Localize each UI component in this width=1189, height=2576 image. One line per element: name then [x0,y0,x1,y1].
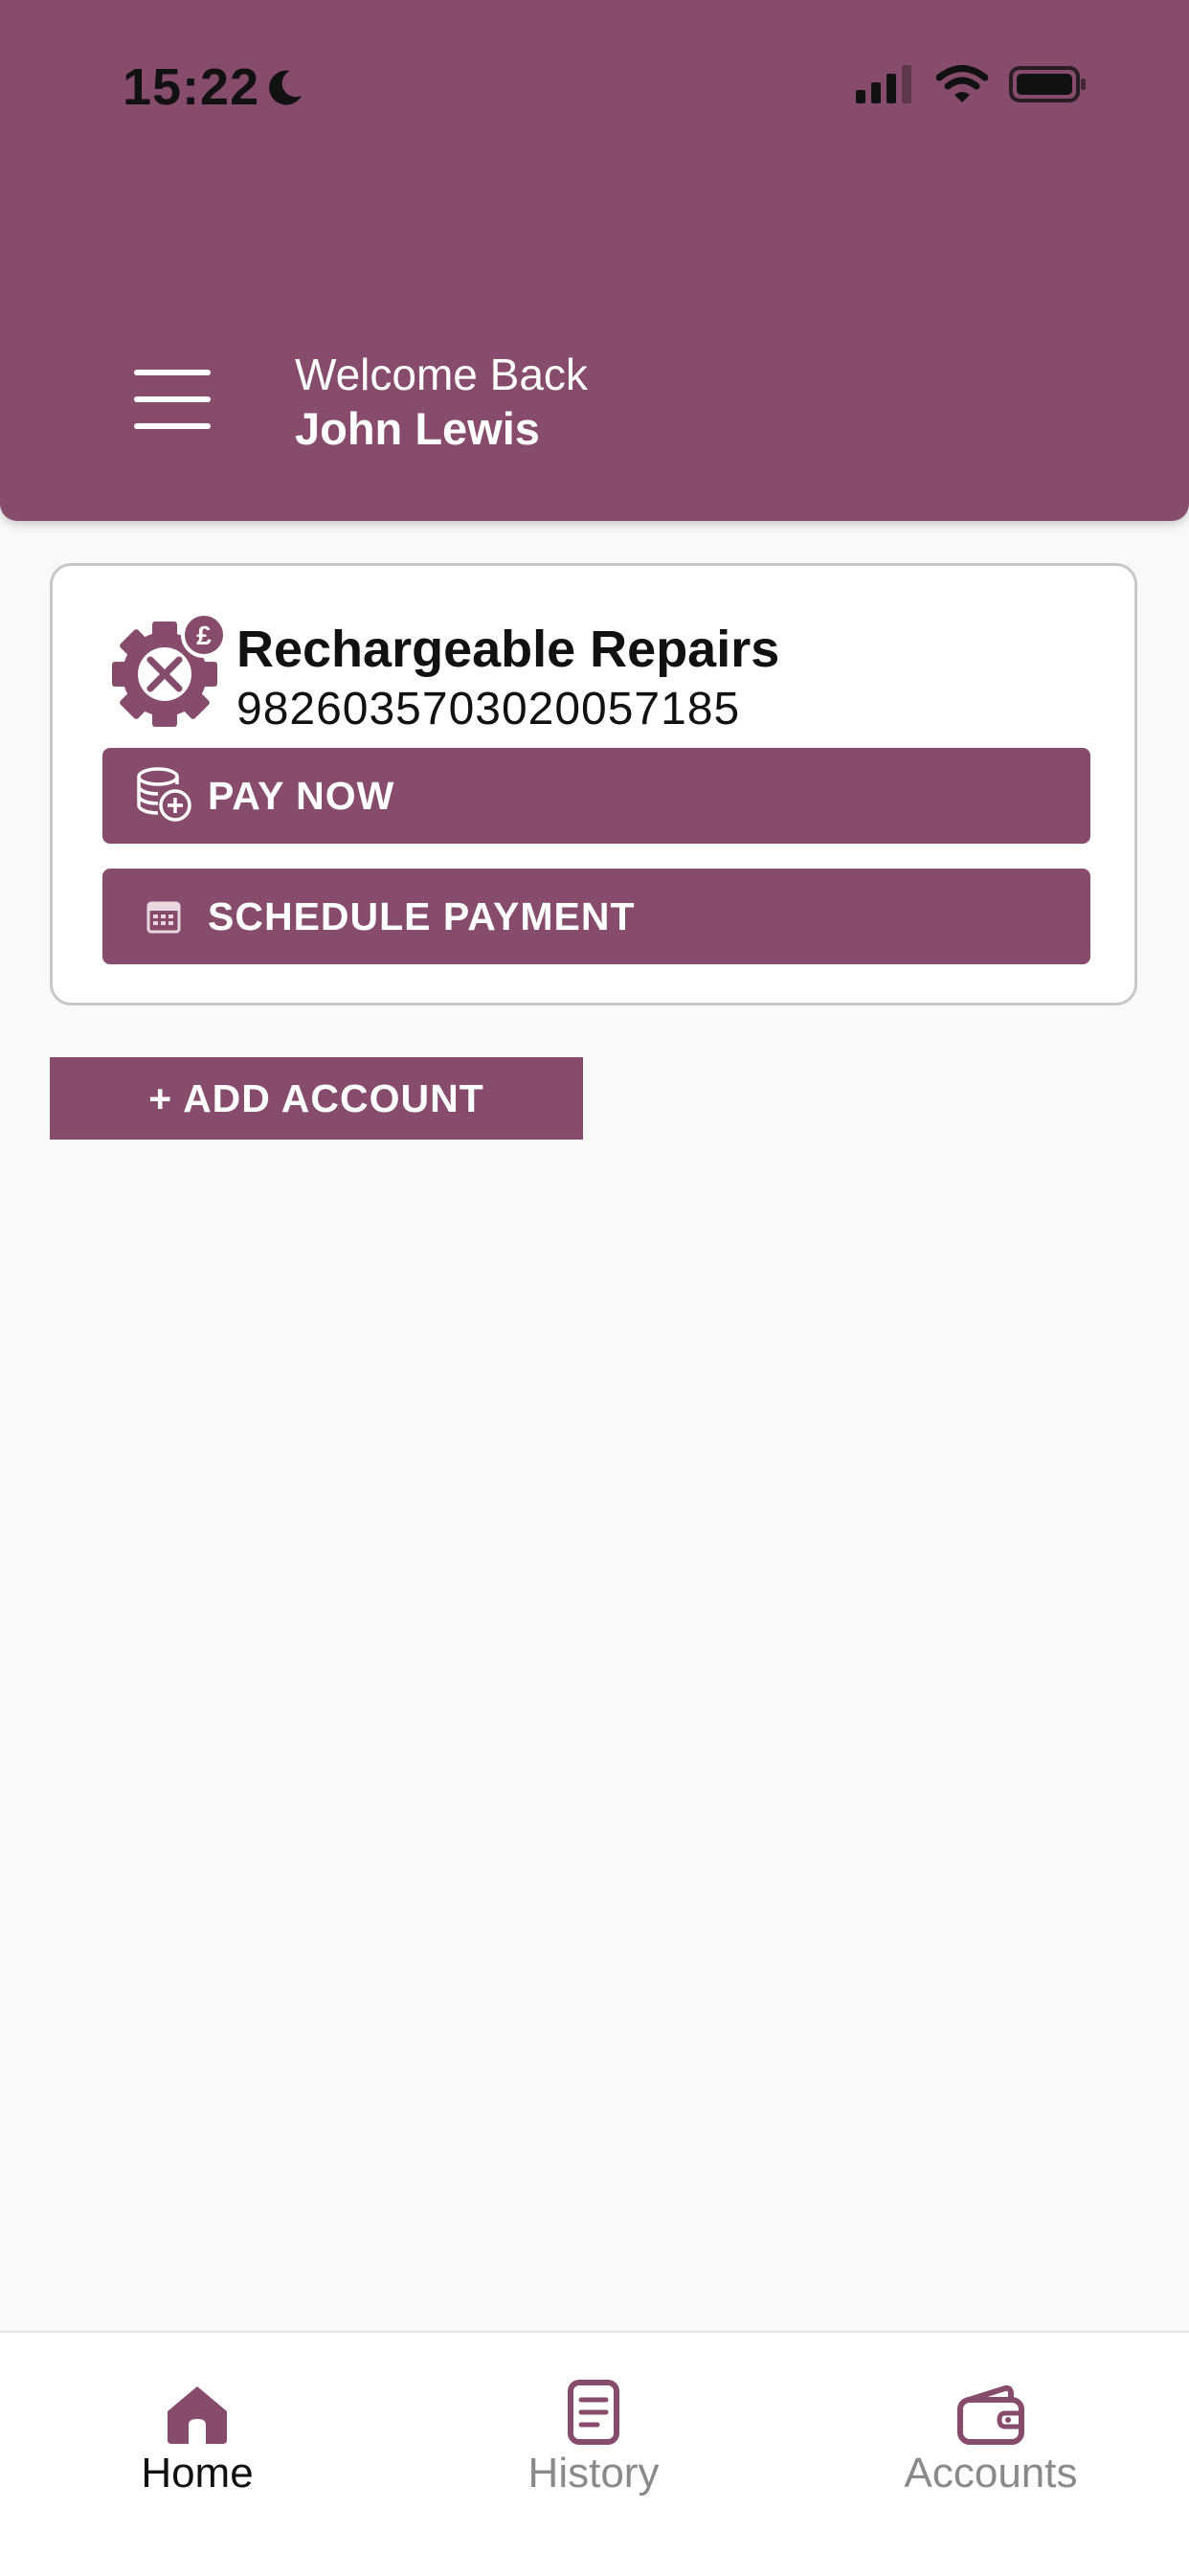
account-number: 9826035703020057185 [236,684,741,734]
schedule-payment-label: SCHEDULE PAYMENT [208,893,636,938]
pay-now-label: PAY NOW [208,773,395,818]
home-icon [168,2386,227,2444]
tab-history-label: History [527,2450,660,2497]
battery-icon [1009,66,1086,102]
account-card: £ Rechargeable Repairs 98260357030200571… [50,563,1137,1006]
cellular-signal-icon [856,65,911,103]
welcome-text: Welcome Back [295,350,588,399]
coins-add-icon [125,765,202,826]
user-name: John Lewis [295,403,540,454]
calendar-icon [125,897,202,936]
schedule-payment-button[interactable]: SCHEDULE PAYMENT [102,869,1090,964]
clock-text: 15:22 [123,58,260,116]
status-indicators [856,65,1088,103]
moon-icon [269,70,303,105]
add-account-button[interactable]: + ADD ACCOUNT [50,1057,583,1140]
status-time: 15:22 [123,57,305,117]
hamburger-line [134,396,211,402]
tab-accounts[interactable]: Accounts [847,2371,1134,2497]
tab-accounts-label: Accounts [904,2450,1078,2497]
tab-home-label: Home [141,2450,254,2497]
history-icon [568,2380,619,2445]
bottom-tab-bar: Home History Accounts [0,2331,1189,2576]
app-header: 15:22 Welcome Back John Lewis [0,0,1189,521]
hamburger-line [134,370,211,375]
hamburger-line [134,423,211,429]
wifi-icon [936,65,988,102]
menu-button[interactable] [134,370,211,433]
repairs-gear-pound-icon: £ [112,612,227,727]
tab-history[interactable]: History [450,2371,737,2497]
tab-home[interactable]: Home [54,2371,341,2497]
wallet-icon [957,2384,1024,2445]
account-name: Rechargeable Repairs [236,621,780,678]
pay-now-button[interactable]: PAY NOW [102,748,1090,844]
svg-text:£: £ [196,621,212,650]
